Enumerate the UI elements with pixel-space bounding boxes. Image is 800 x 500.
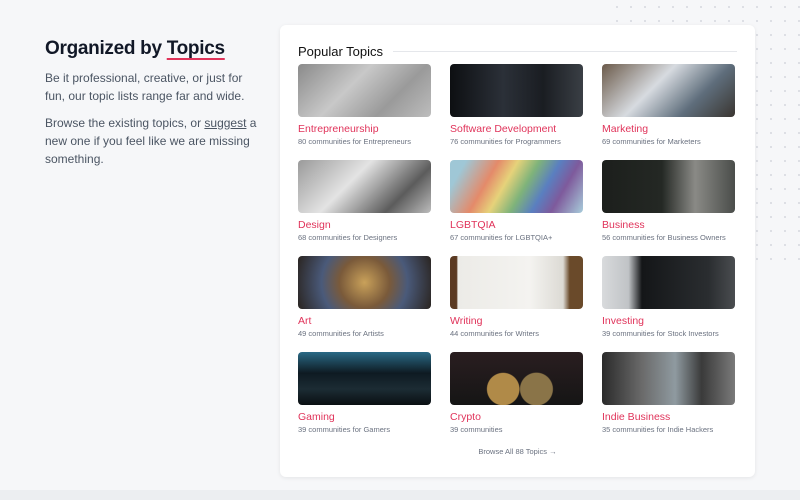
- topic-name[interactable]: Crypto: [450, 411, 583, 423]
- topic-count: 67 communities for LGBTQIA+: [450, 233, 553, 242]
- topic-name[interactable]: Investing: [602, 315, 735, 327]
- suggest-link[interactable]: suggest: [204, 116, 246, 130]
- title-highlight: Topics: [166, 38, 225, 59]
- suggest-paragraph: Browse the existing topics, or suggest a…: [45, 114, 260, 168]
- topic-card-art[interactable]: Art 49 communities for Artists: [298, 256, 431, 352]
- topic-name[interactable]: Gaming: [298, 411, 431, 423]
- topic-image[interactable]: [602, 160, 735, 213]
- topic-card-writing[interactable]: Writing 44 communities for Writers: [450, 256, 583, 352]
- panel-title: Popular Topics: [298, 44, 384, 59]
- topic-name[interactable]: Marketing: [602, 123, 735, 135]
- topic-name[interactable]: Design: [298, 219, 431, 231]
- topic-image[interactable]: [450, 256, 583, 309]
- topic-image[interactable]: [298, 64, 431, 117]
- intro-title: Organized by Topics: [45, 38, 260, 60]
- divider: [393, 51, 737, 52]
- intro-section: Organized by Topics Be it professional, …: [45, 38, 260, 168]
- topic-image[interactable]: [298, 352, 431, 405]
- topic-card-crypto[interactable]: Crypto 39 communities: [450, 352, 583, 448]
- topic-name[interactable]: Indie Business: [602, 411, 735, 423]
- topic-image[interactable]: [298, 256, 431, 309]
- topic-count: 80 communities for Entrepreneurs: [298, 137, 411, 146]
- topic-count: 39 communities for Gamers: [298, 425, 391, 434]
- topic-count: 56 communities for Business Owners: [602, 233, 726, 242]
- topic-count: 69 communities for Marketers: [602, 137, 701, 146]
- topic-count: 39 communities for Stock Investors: [602, 329, 719, 338]
- topic-image[interactable]: [602, 256, 735, 309]
- topic-image[interactable]: [298, 160, 431, 213]
- topic-count: 68 communities for Designers: [298, 233, 398, 242]
- intro-paragraph: Be it professional, creative, or just fo…: [45, 71, 245, 103]
- footer-strip: [0, 490, 800, 500]
- topic-name[interactable]: Software Development: [450, 123, 583, 135]
- topic-count: 39 communities: [450, 425, 503, 434]
- topic-count: 35 communities for Indie Hackers: [602, 425, 714, 434]
- topic-count: 76 communities for Programmers: [450, 137, 561, 146]
- topic-image[interactable]: [450, 160, 583, 213]
- topic-name[interactable]: Business: [602, 219, 735, 231]
- topic-image[interactable]: [602, 352, 735, 405]
- topic-card-marketing[interactable]: Marketing 69 communities for Marketers: [602, 64, 735, 160]
- title-prefix: Organized by: [45, 38, 167, 59]
- p2-before: Browse the existing topics, or: [45, 116, 205, 130]
- topic-name[interactable]: Entrepreneurship: [298, 123, 431, 135]
- topic-name[interactable]: LGBTQIA: [450, 219, 583, 231]
- topic-card-investing[interactable]: Investing 39 communities for Stock Invest…: [602, 256, 735, 352]
- topic-card-design[interactable]: Design 68 communities for Designers: [298, 160, 431, 256]
- topic-image[interactable]: [602, 64, 735, 117]
- topic-count: 49 communities for Artists: [298, 329, 384, 338]
- panel-header: Popular Topics: [298, 44, 737, 59]
- topics-grid: Entrepreneurship 80 communities for Entre…: [298, 64, 735, 448]
- browse-all-link[interactable]: Browse All 88 Topics →: [280, 447, 755, 456]
- topic-card-lgbtqia[interactable]: LGBTQIA 67 communities for LGBTQIA+: [450, 160, 583, 256]
- topic-card-business[interactable]: Business 56 communities for Business Owne…: [602, 160, 735, 256]
- popular-topics-panel: Popular Topics Entrepreneurship 80 commun…: [280, 25, 755, 477]
- topic-count: 44 communities for Writers: [450, 329, 540, 338]
- topic-card-entrepreneurship[interactable]: Entrepreneurship 80 communities for Entre…: [298, 64, 431, 160]
- topic-image[interactable]: [450, 64, 583, 117]
- topic-card-gaming[interactable]: Gaming 39 communities for Gamers: [298, 352, 431, 448]
- topic-name[interactable]: Writing: [450, 315, 583, 327]
- topic-image[interactable]: [450, 352, 583, 405]
- topic-card-software-development[interactable]: Software Development 76 communities for P…: [450, 64, 583, 160]
- topic-card-indie-business[interactable]: Indie Business 35 communities for Indie H…: [602, 352, 735, 448]
- topic-name[interactable]: Art: [298, 315, 431, 327]
